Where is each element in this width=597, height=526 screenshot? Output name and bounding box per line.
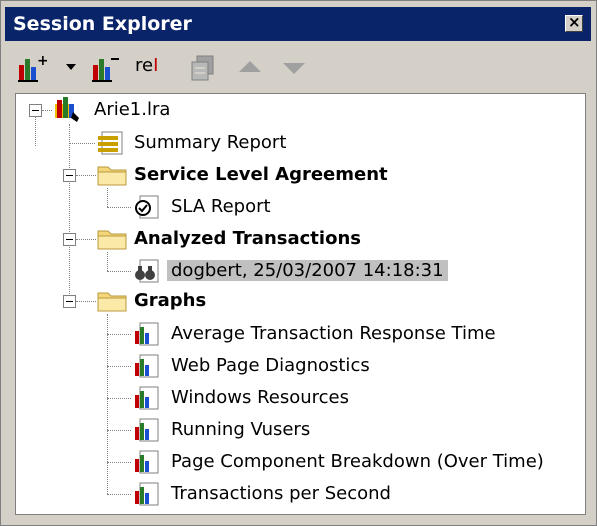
graphs-expander[interactable] [63,295,76,308]
graphs-folder[interactable]: Graphs [134,287,206,315]
root-expander[interactable] [29,104,42,117]
rename-label: re [135,55,154,76]
graph-icon [135,482,159,506]
window-title: Session Explorer [13,13,192,35]
sla-report-item[interactable]: SLA Report [171,193,271,221]
session-tree[interactable]: Arie1.lra Summary Report Service Level A… [15,93,586,515]
graph-item-label: Web Page Diagnostics [171,355,370,376]
sla-expander[interactable] [63,169,76,182]
graph-icon [135,450,159,474]
copy-icon[interactable] [189,53,219,83]
close-icon: × [568,13,581,31]
tree-root-label[interactable]: Arie1.lra [94,96,170,124]
analyzed-transaction-item[interactable]: dogbert, 25/03/2007 14:18:31 [167,257,448,285]
graph-item-label: Running Vusers [171,419,311,440]
folder-icon [97,166,127,186]
summary-report-icon [98,131,123,155]
remove-graph-icon[interactable] [91,53,121,83]
graph-item-label: Page Component Breakdown (Over Time) [171,451,544,472]
move-up-icon[interactable] [237,59,263,75]
binoculars-icon [135,259,159,283]
selected-label: dogbert, 25/03/2007 14:18:31 [167,260,448,281]
rename-button[interactable]: reI [135,55,158,76]
graph-icon [135,418,159,442]
toolbar: + reI [5,45,591,91]
graph-icon [135,386,159,410]
sla-folder[interactable]: Service Level Agreement [134,161,388,189]
add-graph-icon[interactable]: + [17,53,47,83]
analyzed-expander[interactable] [63,233,76,246]
sla-report-icon [135,195,159,219]
summary-report-item[interactable]: Summary Report [134,129,286,157]
session-explorer-panel: Session Explorer × + reI Arie1.lra Summa… [0,0,597,526]
close-button[interactable]: × [565,13,583,32]
title-bar[interactable]: Session Explorer × [5,7,591,41]
analyzed-transactions-folder[interactable]: Analyzed Transactions [134,225,361,253]
graph-icon [135,354,159,378]
graph-item-label: Windows Resources [171,387,349,408]
folder-icon [97,292,127,312]
session-root-icon [55,97,79,122]
svg-text:+: + [37,53,47,69]
dropdown-arrow-icon[interactable] [65,63,77,73]
move-down-icon[interactable] [281,61,307,77]
graph-item-label: Transactions per Second [171,483,391,504]
graph-icon [135,322,159,346]
folder-icon [97,230,127,250]
rename-icon: I [153,55,159,76]
graph-item-label: Average Transaction Response Time [171,323,496,344]
